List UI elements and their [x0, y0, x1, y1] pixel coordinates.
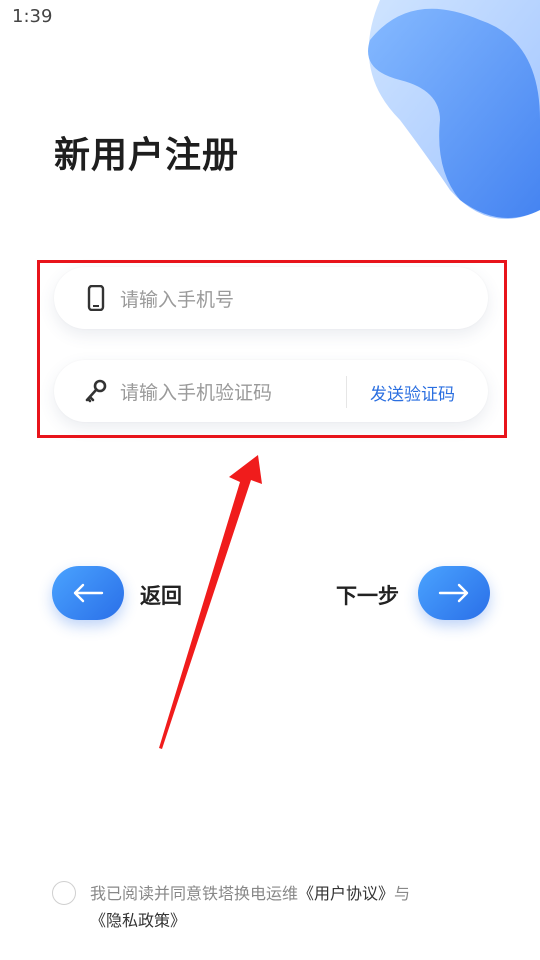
decorative-blob — [368, 0, 540, 219]
privacy-policy-link[interactable]: 《隐私政策》 — [90, 911, 186, 930]
status-time: 1:39 — [12, 6, 53, 27]
user-agreement-link[interactable]: 《用户协议》 — [298, 884, 394, 903]
back-button[interactable] — [52, 566, 124, 620]
highlight-box — [37, 260, 507, 438]
agreement-prefix: 我已阅读并同意铁塔换电运维 — [90, 884, 299, 903]
agreement-conjunction: 与 — [394, 884, 411, 903]
next-button[interactable] — [418, 566, 490, 620]
page-title: 新用户注册 — [54, 135, 240, 176]
arrow-left-icon — [73, 583, 104, 603]
agreement-text: 我已阅读并同意铁塔换电运维《用户协议》与《隐私政策》 — [90, 880, 500, 934]
agreement-checkbox[interactable] — [52, 881, 76, 905]
arrow-right-icon — [438, 583, 469, 603]
back-label[interactable]: 返回 — [140, 580, 182, 610]
next-label[interactable]: 下一步 — [336, 580, 399, 610]
